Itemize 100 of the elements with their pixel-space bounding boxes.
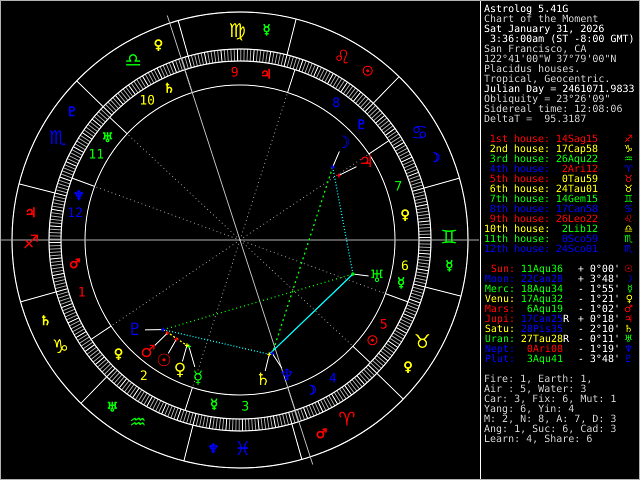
planet-glyph: ♆ — [623, 345, 634, 355]
house-cusp-line — [368, 140, 390, 154]
house-ruler-glyph: ♆ — [73, 188, 85, 204]
retrograde-mark: R — [563, 334, 570, 345]
planet-glyph: ♂ — [623, 305, 634, 315]
house-cusp-line — [90, 326, 112, 340]
summary-text: Ang: 1, Suc: 6, Cad: 3 — [484, 425, 618, 435]
house-number: 9 — [230, 66, 239, 81]
house-cusp-line — [352, 346, 371, 364]
house-number: 11 — [88, 148, 104, 162]
planet-latitude: + 0°00' — [576, 265, 620, 275]
summary-text: Learn: 4, Share: 6 — [484, 435, 594, 445]
sign-boundary-line — [20, 291, 57, 302]
chart-info-text: Astrolog 5.41G — [484, 5, 568, 15]
planet-glyph: ♅ — [623, 335, 634, 345]
house-cusp-line — [287, 69, 296, 93]
house-ruler-glyph: ☉ — [366, 334, 378, 350]
chart-info-text: Placidus houses. — [484, 65, 580, 75]
sign-boundary-line — [376, 372, 404, 400]
sign-glyph: ♊ — [623, 195, 634, 205]
planet-position: 27Tau28 — [520, 335, 563, 345]
planet-position: 17Aqu32 — [520, 295, 563, 305]
summary-text: Car: 3, Fix: 6, Mut: 1 — [484, 395, 618, 405]
sign-glyph: ♑ — [623, 145, 634, 155]
leader-line — [272, 353, 282, 369]
planet-glyph: ♀ — [626, 295, 634, 305]
house-number: 2 — [140, 369, 148, 384]
sign-glyph: ♏ — [623, 235, 634, 245]
planet-name: Jupi: — [484, 315, 515, 325]
house-label: 1st house: — [488, 135, 550, 145]
house-number: 10 — [139, 94, 155, 109]
planet-name: Plut: — [484, 355, 515, 365]
sign-boundary-line — [80, 376, 108, 404]
house-number: 3 — [241, 399, 250, 414]
chart-info-text: Chart of the Moment — [484, 15, 598, 25]
house-ruler-glyph: ☿ — [397, 276, 406, 292]
house-ruler-glyph: ☿ — [210, 397, 218, 412]
planet-latitude: - 0°11' — [576, 335, 620, 345]
planet-point-icon — [174, 336, 179, 342]
zodiac-sign-glyph: ♏ — [49, 126, 66, 149]
sign-glyph: ♏ — [623, 245, 634, 255]
planet-glyph: ☿ — [192, 368, 204, 388]
planet-position: 6Aqu19 — [526, 305, 563, 315]
planet-glyph: ☽ — [623, 275, 634, 285]
house-cusp-line — [184, 387, 193, 411]
chart-info-text: San Francisco, CA — [484, 45, 586, 55]
sign-boundary-line — [286, 18, 297, 56]
house-label: 10th house: — [484, 225, 550, 235]
chart-info-text: Sidereal time: 12:08:06 — [484, 105, 624, 115]
planet-name: Satu: — [484, 325, 515, 335]
house-label: 12th house: — [484, 245, 550, 255]
sign-boundary-line — [183, 424, 194, 462]
house-number: 5 — [380, 318, 388, 332]
planet-latitude: + 3°48' — [576, 275, 620, 285]
sign-glyph: ♈ — [623, 165, 634, 175]
planet-glyph: ♂ — [140, 342, 156, 362]
planet-latitude: - 2°10' — [576, 325, 620, 335]
zodiac-sign-glyph: ♉ — [414, 331, 431, 354]
chart-info-text: 3:36:00am (ST -8:00 GMT) — [490, 35, 636, 45]
house-ruler-glyph: ♀ — [400, 208, 410, 224]
zodiac-sign-glyph: ♎ — [124, 49, 142, 72]
house-label: 9th house: — [490, 215, 550, 225]
house-label: 4th house: — [488, 165, 550, 175]
house-ruler-glyph: ♅ — [102, 130, 114, 146]
chart-info-text: Sat January 31, 2026 — [484, 25, 606, 35]
planet-name: Nept: — [484, 345, 515, 355]
sign-boundary-line — [372, 76, 400, 104]
house-number: 1 — [78, 286, 86, 301]
summary-text: Yang: 6, Yin: 4 — [484, 405, 575, 415]
planet-position: 18Aqu34 — [520, 285, 563, 295]
house-number: 6 — [400, 258, 409, 274]
sign-glyph: ♎ — [623, 225, 634, 235]
sign-boundary-line — [76, 80, 104, 108]
house-position: 17Can58 — [554, 205, 598, 215]
sign-glyph: ♉ — [623, 185, 634, 195]
leader-line — [264, 354, 270, 372]
zodiac-sign-glyph: ♒ — [129, 411, 146, 434]
sign-glyph: ♒ — [623, 155, 634, 165]
planet-glyph: ♇ — [127, 320, 143, 340]
house-number: 12 — [67, 206, 83, 222]
sign-ruler-glyph: ☽ — [428, 150, 440, 166]
planet-name: Merc: — [484, 285, 515, 295]
sign-boundary-line — [423, 178, 460, 189]
planet-position: 0Ari08 — [526, 345, 563, 355]
zodiac-sign-glyph: ♌ — [334, 46, 351, 69]
sign-glyph: ♌ — [623, 215, 634, 225]
house-position: 14Sag15 — [554, 135, 598, 145]
house-position: 2Ari12 — [562, 165, 598, 175]
planet-glyph: ☽ — [335, 133, 351, 153]
planet-glyph: ☉ — [156, 351, 172, 371]
house-ruler-glyph: ♃ — [260, 68, 272, 83]
house-cusp-line — [72, 178, 96, 187]
zodiac-sign-glyph: ♑ — [52, 336, 69, 358]
house-position: 24Tau01 — [554, 185, 598, 195]
planet-latitude: - 3°48' — [576, 355, 620, 365]
house-position: 0Tau59 — [562, 175, 598, 185]
planet-glyph: ♄ — [255, 370, 271, 390]
sign-ruler-glyph: ♀ — [154, 38, 164, 53]
sign-boundary-line — [18, 183, 56, 194]
sign-glyph: ♉ — [623, 175, 634, 185]
